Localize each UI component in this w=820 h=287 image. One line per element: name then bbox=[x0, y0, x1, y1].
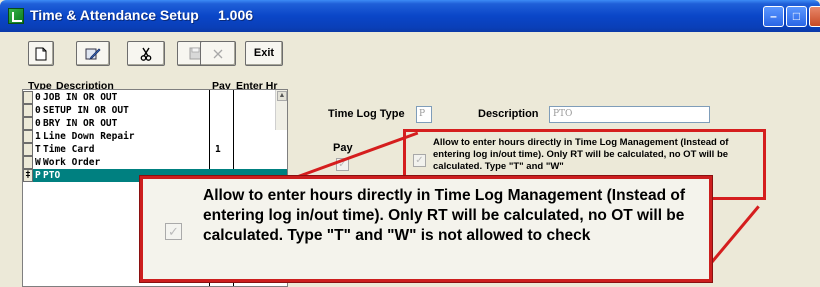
new-document-icon bbox=[35, 47, 47, 61]
delete-button[interactable] bbox=[200, 41, 236, 66]
time-log-type-label: Time Log Type bbox=[328, 108, 405, 120]
row-type: P bbox=[35, 170, 41, 181]
description-label: Description bbox=[478, 108, 539, 120]
row-selector[interactable] bbox=[23, 130, 33, 143]
scroll-up-icon[interactable]: ▲ bbox=[277, 91, 287, 101]
minimize-button[interactable]: – bbox=[763, 6, 784, 27]
list-scrollbar[interactable]: ▲ bbox=[275, 90, 287, 130]
row-type: T bbox=[35, 144, 41, 155]
time-log-type-field[interactable]: P bbox=[416, 106, 432, 123]
title-bar[interactable]: Time & Attendance Setup 1.006 – □ bbox=[0, 0, 820, 32]
list-row[interactable]: 0 JOB IN OR OUT bbox=[23, 91, 287, 104]
zoom-callout: ✓ Allow to enter hours directly in Time … bbox=[140, 176, 712, 282]
maximize-button[interactable]: □ bbox=[786, 6, 807, 27]
list-row[interactable]: 0 SETUP IN OR OUT bbox=[23, 104, 287, 117]
edit-button[interactable] bbox=[76, 41, 110, 66]
edit-icon bbox=[85, 48, 101, 60]
row-type: 0 bbox=[35, 105, 41, 116]
scissors-icon bbox=[140, 47, 152, 61]
row-type: 1 bbox=[35, 131, 41, 142]
row-description: JOB IN OR OUT bbox=[43, 92, 118, 103]
list-row[interactable]: 0 BRY IN OR OUT bbox=[23, 117, 287, 130]
cut-button[interactable] bbox=[127, 41, 165, 66]
toolbar: Exit bbox=[0, 32, 820, 74]
row-pay: 1 bbox=[215, 144, 221, 155]
row-type: W bbox=[35, 157, 41, 168]
callout-checkbox: ✓ bbox=[165, 223, 182, 240]
row-description: BRY IN OR OUT bbox=[43, 118, 118, 129]
row-description: SETUP IN OR OUT bbox=[43, 105, 129, 116]
new-button[interactable] bbox=[28, 41, 54, 66]
app-window: Time & Attendance Setup 1.006 – □ Exit T… bbox=[0, 0, 820, 287]
list-row[interactable]: W Work Order bbox=[23, 156, 287, 169]
row-description: Time Card bbox=[43, 144, 95, 155]
close-button[interactable] bbox=[809, 6, 820, 27]
window-title: Time & Attendance Setup bbox=[30, 7, 199, 23]
row-type: 0 bbox=[35, 92, 41, 103]
row-selector[interactable] bbox=[23, 104, 33, 117]
delete-icon bbox=[213, 49, 223, 59]
row-selector[interactable] bbox=[23, 117, 33, 130]
row-description: PTO bbox=[43, 170, 61, 181]
description-field[interactable]: PTO bbox=[549, 106, 710, 123]
exit-button[interactable]: Exit bbox=[245, 41, 283, 66]
row-selector[interactable] bbox=[23, 156, 33, 169]
row-selector[interactable] bbox=[23, 143, 33, 156]
row-description: Work Order bbox=[43, 157, 101, 168]
list-row[interactable]: T Time Card 1 bbox=[23, 143, 287, 156]
list-row[interactable]: 1 Line Down Repair bbox=[23, 130, 287, 143]
current-row-marker[interactable]: ‡ bbox=[23, 169, 33, 182]
row-type: 0 bbox=[35, 118, 41, 129]
row-description: Line Down Repair bbox=[43, 131, 135, 142]
callout-text: Allow to enter hours directly in Time Lo… bbox=[203, 187, 685, 244]
app-icon bbox=[8, 8, 24, 24]
pay-label: Pay bbox=[333, 142, 353, 154]
window-version: 1.006 bbox=[218, 7, 254, 23]
row-selector[interactable] bbox=[23, 91, 33, 104]
